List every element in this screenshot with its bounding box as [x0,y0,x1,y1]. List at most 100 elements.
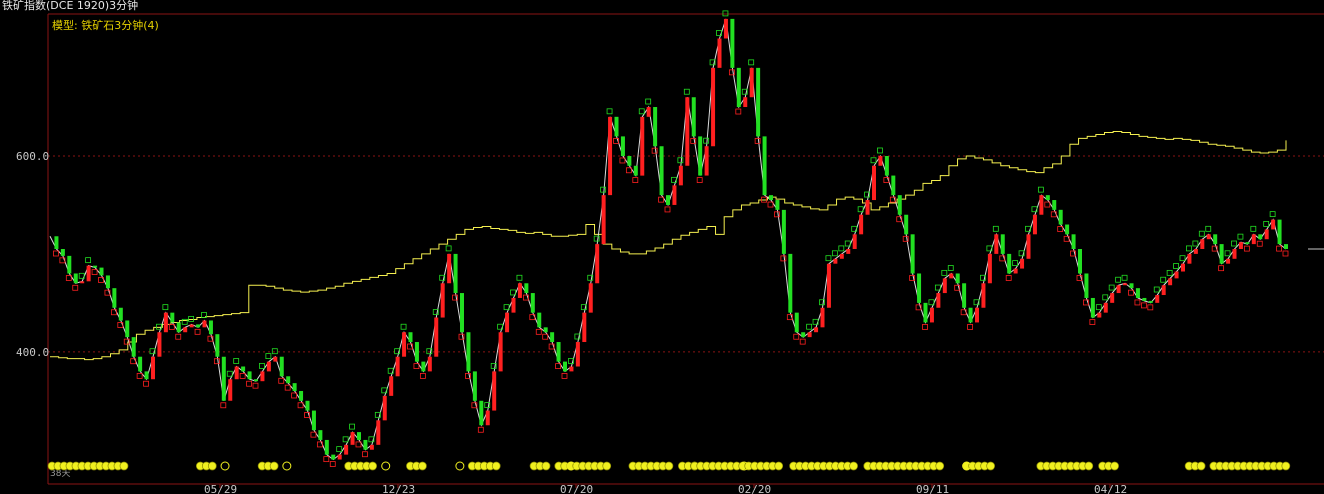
signal-box [967,324,973,330]
signal-box [947,265,954,271]
signal-box [1102,294,1109,301]
y-tick-label: 600.0 [16,150,49,163]
signal-box [754,137,761,144]
signal-box [1198,230,1205,237]
signal-box [638,108,645,115]
signal-box [748,59,755,66]
signal-box [1276,245,1282,252]
signal-box [329,461,336,467]
x-tick-label: 04/12 [1094,483,1127,494]
signal-marker [602,461,612,471]
y-tick-label: 400.0 [16,346,49,359]
signal-box [806,323,813,330]
signal-box [445,245,452,252]
signal-marker-empty [220,461,230,471]
signal-box [1263,221,1270,227]
signal-box [188,315,195,322]
signal-box [342,436,349,443]
signal-box [72,284,79,291]
signal-box [175,333,182,340]
equity-line [50,131,1287,361]
signal-box [233,358,240,364]
signal-box [645,98,652,105]
signal-box [992,225,999,232]
signal-marker [418,461,427,471]
signal-marker [1281,461,1291,471]
signal-marker [491,461,501,471]
signal-box [1250,225,1257,232]
signal-box [922,324,928,330]
signal-box [1005,275,1012,281]
signal-box [735,108,742,115]
signal-box [1115,276,1122,283]
signal-box [941,269,948,276]
signal-box [1153,286,1160,293]
signal-marker [1110,461,1119,471]
signal-box [1282,250,1289,257]
signal-box [535,328,542,335]
x-tick-label: 09/11 [916,483,949,494]
candle-markers [53,10,1289,467]
signal-box [722,10,729,17]
signal-box [1237,233,1244,240]
signal-marker [207,461,217,471]
signal-box [162,304,169,311]
signal-marker [269,461,279,471]
signal-box [831,250,838,257]
signal-box [561,372,568,379]
signal-box [793,333,800,340]
signal-box [1134,299,1141,306]
signal-box [239,372,246,379]
signal-marker [1196,461,1206,471]
signal-box [252,382,259,389]
signal-box [143,380,149,387]
signal-marker [541,461,551,471]
signal-box [1186,245,1192,252]
signal-box [349,423,355,430]
signal-marker [935,461,945,471]
signal-box [664,206,671,213]
signal-box [838,245,845,252]
signal-box [799,338,806,345]
signal-marker [119,461,129,471]
signal-box [226,370,233,377]
signal-box [477,426,484,433]
x-tick-label: 07/20 [560,483,593,494]
signal-box [278,377,285,384]
signal-marker-empty [455,461,465,471]
signal-marker [664,461,674,471]
signal-box [1121,274,1128,281]
signal-box [259,362,265,369]
signal-box [362,451,368,458]
signal-box [1147,304,1154,311]
signal-box [220,402,227,409]
signal-box [780,255,787,262]
signal-box [1269,211,1276,218]
signal-box [1192,240,1199,247]
signal-box [1140,302,1147,309]
signal-marker [986,461,995,471]
signal-box [419,372,426,379]
signal-band [47,461,1291,471]
signal-box [683,88,690,95]
signal-box [677,157,684,164]
signal-box [600,186,607,193]
signal-box [696,177,703,183]
signal-box [703,137,710,144]
signal-marker [1084,461,1094,471]
signal-box [323,456,330,463]
signal-box [265,353,272,360]
signal-box [1108,284,1115,291]
signal-box [1173,263,1179,269]
signal-box [91,269,98,276]
signal-marker [774,461,784,471]
signal-marker [849,461,858,471]
signal-box [516,274,523,281]
price-chart[interactable]: 400.0 600.0 05/29 12/23 07/20 02/20 09/11 04/12 [0,0,1324,494]
x-tick-label: 05/29 [204,483,237,494]
signal-box [1179,255,1186,262]
signal-box [400,323,407,330]
signal-box [1205,225,1212,232]
signal-box [85,257,92,264]
signal-marker-empty [282,461,292,471]
